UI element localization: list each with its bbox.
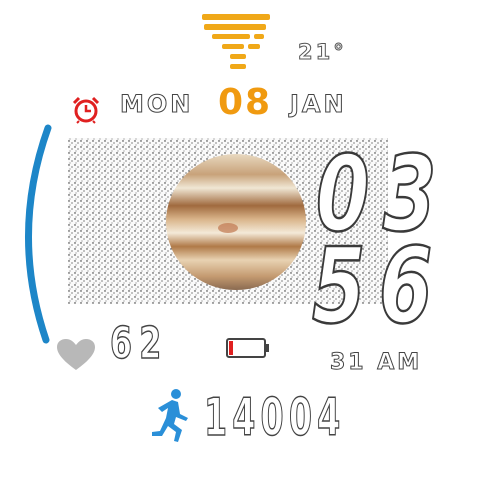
heart-rate-value: 62 <box>109 317 169 370</box>
heart-icon <box>57 339 95 370</box>
runner-icon <box>152 389 188 442</box>
temperature: 21° <box>298 40 347 65</box>
battery-level-arc <box>25 124 52 344</box>
seconds-ampm: 31 AM <box>329 350 423 376</box>
time-minutes: 56 <box>311 225 446 347</box>
weekday: MON <box>119 90 194 119</box>
day-of-month: 08 <box>218 82 273 123</box>
steps-value: 14004 <box>204 387 346 449</box>
battery-icon <box>226 338 269 358</box>
month: JAN <box>290 90 347 119</box>
fog-icon <box>202 14 270 69</box>
